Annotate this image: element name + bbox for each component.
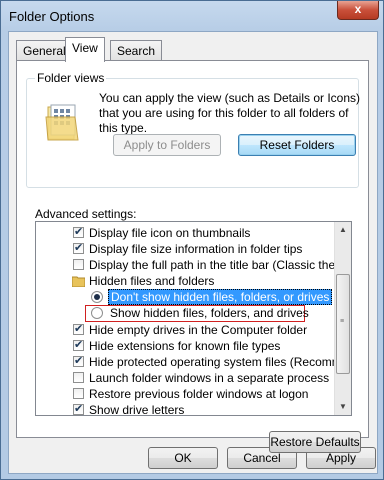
item-label-selected: Don't show hidden files, folders, or dri… — [108, 289, 333, 305]
restore-defaults-button[interactable]: Restore Defaults — [269, 431, 361, 453]
tab-view-label: View — [72, 41, 98, 55]
item-label: Display file size information in folder … — [89, 242, 303, 256]
checkmark-icon: ✔ — [74, 323, 84, 335]
dialog-client-area: General View Search Folder views You can… — [8, 31, 378, 474]
folder-icon — [72, 276, 85, 287]
view-tab-panel: Folder views You can apply the view (suc… — [16, 60, 369, 453]
close-button[interactable]: x — [337, 1, 379, 20]
radio-button[interactable] — [91, 291, 103, 303]
checkmark-icon: ✔ — [74, 339, 84, 351]
title-bar[interactable]: Folder Options x — [1, 1, 383, 31]
item-label: Display file icon on thumbnails — [89, 226, 251, 240]
scroll-down-icon[interactable]: ▼ — [335, 399, 351, 415]
scroll-up-icon[interactable]: ▲ — [335, 222, 351, 238]
folder-options-window: Folder Options x General View Search Fol… — [0, 0, 384, 480]
grip-icon: ≡ — [340, 318, 345, 325]
checkbox[interactable]: ✔ — [73, 242, 84, 254]
folder-views-legend: Folder views — [35, 71, 107, 85]
item-label: Show hidden files, folders, and drives — [110, 306, 309, 320]
item-label: Hide protected operating system files (R… — [89, 355, 352, 369]
close-icon: x — [354, 2, 362, 16]
radio-dot-icon — [94, 294, 100, 300]
item-label: Display the full path in the title bar (… — [89, 258, 352, 272]
checkmark-icon: ✔ — [74, 242, 84, 254]
radio-button[interactable] — [91, 307, 103, 319]
folder-view-icon — [45, 104, 79, 141]
checkbox[interactable]: ✔ — [73, 323, 84, 335]
folder-views-group: Folder views You can apply the view (suc… — [26, 71, 360, 188]
checkmark-icon: ✔ — [74, 355, 84, 367]
item-label: Hide extensions for known file types — [89, 339, 281, 353]
checkbox[interactable]: ✔ — [73, 355, 84, 367]
checkmark-icon: ✔ — [74, 403, 84, 415]
tab-general-label: General — [23, 44, 66, 58]
item-label: Launch folder windows in a separate proc… — [89, 371, 330, 385]
checkbox[interactable]: ✔ — [73, 339, 84, 351]
checkbox[interactable] — [73, 388, 84, 399]
checkbox[interactable] — [73, 259, 84, 270]
advanced-settings-list[interactable]: ✔ Display file icon on thumbnails ✔ Disp… — [35, 221, 352, 416]
checkbox[interactable] — [73, 372, 84, 383]
scrollbar-thumb[interactable]: ≡ — [336, 274, 350, 374]
checkbox[interactable]: ✔ — [73, 226, 84, 238]
advanced-settings-label: Advanced settings: — [35, 207, 137, 221]
window-title: Folder Options — [9, 9, 95, 24]
folder-views-description: You can apply the view (such as Details … — [99, 91, 361, 135]
item-label: Hidden files and folders — [89, 274, 215, 288]
item-label: Restore previous folder windows at logon — [89, 387, 309, 401]
checkbox[interactable]: ✔ — [73, 403, 84, 415]
tab-view[interactable]: View — [65, 37, 105, 62]
apply-to-folders-button[interactable]: Apply to Folders — [113, 134, 221, 156]
item-label: Show drive letters — [89, 403, 185, 416]
tab-search-label: Search — [117, 44, 156, 58]
item-label: Hide empty drives in the Computer folder — [89, 323, 308, 337]
reset-folders-button[interactable]: Reset Folders — [238, 134, 356, 156]
vertical-scrollbar[interactable]: ▲ ≡ ▼ — [334, 222, 351, 415]
tab-search[interactable]: Search — [110, 40, 163, 60]
checkmark-icon: ✔ — [74, 226, 84, 238]
ok-button[interactable]: OK — [148, 447, 218, 469]
